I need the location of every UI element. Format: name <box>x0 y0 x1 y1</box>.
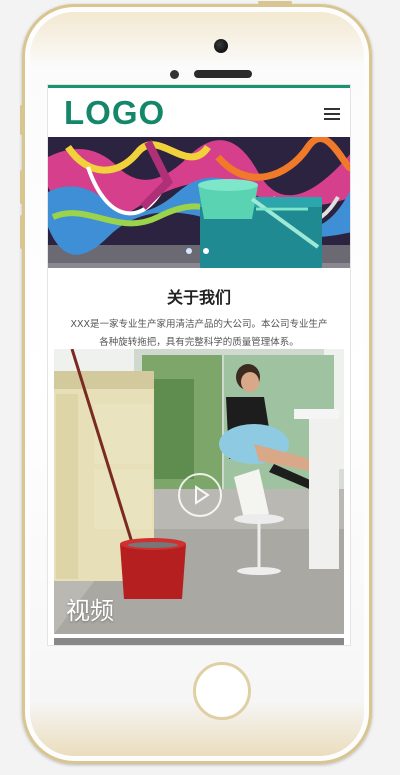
mute-switch <box>20 105 23 135</box>
about-title: 关于我们 <box>166 288 231 307</box>
phone-screen: LOGO 关于我们 XXX是一家专业生产家用清洁产品的大公司。本公司专业生产各种… <box>47 84 351 646</box>
site-logo[interactable]: LOGO <box>64 94 165 132</box>
power-button <box>258 1 292 4</box>
video-player[interactable]: 视频 <box>54 349 344 634</box>
volume-down-button <box>20 215 23 249</box>
volume-up-button <box>20 170 23 204</box>
next-content-strip <box>54 638 344 645</box>
hamburger-menu-icon[interactable] <box>324 108 340 120</box>
home-button[interactable] <box>193 662 251 720</box>
front-camera <box>214 39 228 53</box>
earpiece-speaker <box>194 70 252 78</box>
carousel-dots <box>186 239 215 258</box>
carousel-dot-2[interactable] <box>203 248 210 254</box>
video-label: 视频 <box>66 597 114 625</box>
site-header: LOGO <box>48 85 350 137</box>
proximity-sensor <box>170 70 179 79</box>
about-intro-text: XXX是一家专业生产家用清洁产品的大公司。本公司专业生产各种旋转拖把，具有完整科… <box>70 319 328 348</box>
play-circle-icon[interactable] <box>178 473 222 517</box>
banner-carousel[interactable] <box>48 137 350 268</box>
carousel-dot-1[interactable] <box>186 248 192 254</box>
